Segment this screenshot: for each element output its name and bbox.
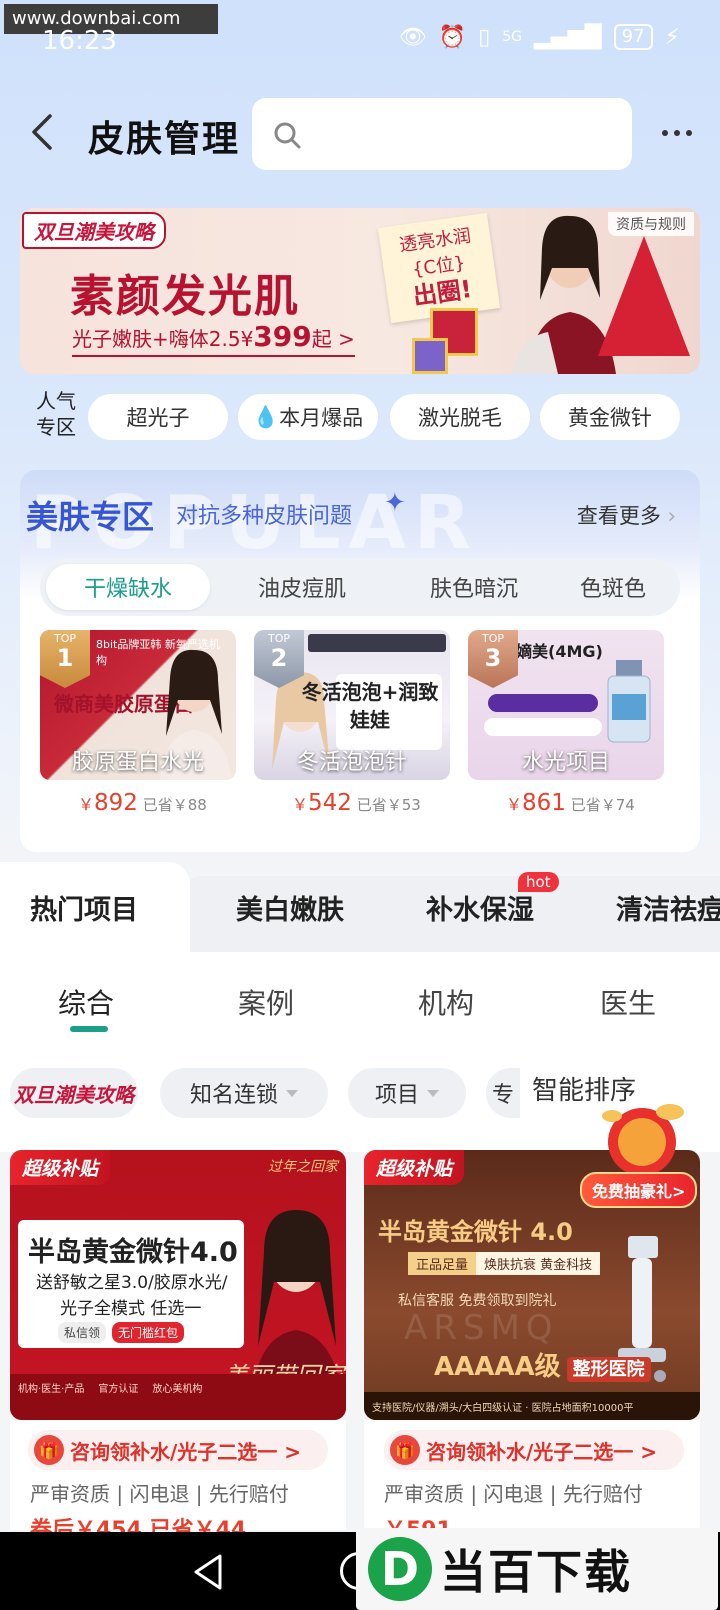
network-label: 5G [502, 29, 522, 45]
product-name: 胶原蛋白水光 [71, 750, 204, 775]
tab-oily[interactable]: 油皮痘肌 [232, 564, 372, 610]
product-card[interactable]: 嫡美(4MG) TOP 3 水光项目 [468, 630, 664, 780]
gift-box-image [412, 338, 448, 374]
battery-level: 97 [613, 24, 653, 50]
tab-hydration[interactable]: 补水保湿 [426, 888, 534, 927]
popular-chip[interactable]: 💧 本月爆品 [238, 394, 378, 440]
chevron-down-icon [286, 1089, 298, 1097]
product-price: ￥542 已省￥53 [292, 790, 421, 816]
rules-link[interactable]: 资质与规则 [608, 212, 694, 236]
eye-icon: 👁 [398, 24, 427, 50]
skin-zone-card: POPULAR 美肤专区 对抗多种皮肤问题 ✦ 查看更多 › 干燥缺水 油皮痘肌… [20, 470, 700, 852]
card-title: 半岛黄金微针 4.0 [378, 1218, 573, 1246]
chevron-down-icon [427, 1089, 439, 1097]
christmas-tree-image [598, 236, 690, 356]
consult-button[interactable]: 🎁 咨询领补水/光子二选一 > [28, 1430, 328, 1470]
popular-chip[interactable]: 超光子 [88, 394, 228, 440]
tab-whitening[interactable]: 美白嫩肤 [236, 888, 344, 927]
qualifications-text: 严审资质 | 闪电退 | 先行赔付 [30, 1482, 289, 1506]
gift-icon: 🎁 [34, 1435, 64, 1465]
product-card[interactable]: 8bit品牌亚韩 新氧严选机构 微商美胶原蛋白 TOP 1 胶原蛋白水光 [40, 630, 236, 780]
product-price: ￥861 已省￥74 [506, 790, 635, 816]
sparkle-icon: ✦ [384, 488, 406, 518]
feed-card[interactable]: 超级补贴 过年之回家 半岛黄金微针4.0 送舒敏之星3.0/胶原水光/ 光子全模… [10, 1150, 346, 1420]
status-icons: 👁 ⏰ ▯ 5G ▂▄▆█ 97 ⚡ [399, 24, 680, 50]
site-logo: D 当百下载 [356, 1528, 718, 1610]
back-arrow-icon[interactable] [28, 112, 58, 152]
tab-dull[interactable]: 肤色暗沉 [404, 564, 544, 610]
hot-badge: hot [518, 872, 559, 892]
rank-badge: TOP 3 [468, 630, 518, 688]
rank-badge: TOP 1 [40, 630, 90, 688]
subtab-clinics[interactable]: 机构 [418, 982, 474, 1022]
search-input[interactable] [252, 98, 632, 170]
qualifications-text: 严审资质 | 闪电退 | 先行赔付 [384, 1482, 643, 1506]
product-price: ￥892 已省￥88 [78, 790, 207, 816]
product-card[interactable]: 冬活泡泡+润致娃娃 TOP 2 冬活泡泡针 [254, 630, 450, 780]
zone-subtitle: 对抗多种皮肤问题 [176, 504, 353, 529]
subtab-cases[interactable]: 案例 [238, 982, 294, 1022]
more-menu-icon[interactable] [662, 130, 692, 136]
product-name: 水光项目 [521, 750, 610, 775]
search-icon [274, 122, 301, 149]
active-tab-indicator [70, 1026, 108, 1032]
subtab-overall[interactable]: 综合 [58, 982, 114, 1022]
lucky-draw-button[interactable]: 免费抽豪礼> [580, 1172, 698, 1208]
filter-project[interactable]: 项目 [348, 1068, 466, 1118]
card-footer: 机构·医生·产品 官方认证 放心美机构 [10, 1374, 346, 1420]
banner-tag: 双旦潮美攻略 [22, 212, 166, 249]
card-title: 半岛黄金微针4.0 [28, 1237, 238, 1268]
nav-back-icon[interactable] [190, 1552, 230, 1592]
popular-chip[interactable]: 激光脱毛 [390, 394, 530, 440]
filter-brand-campaign[interactable]: 双旦潮美攻略 [10, 1068, 138, 1118]
gift-icon: 🎁 [390, 1435, 420, 1465]
charging-icon: ⚡ [664, 24, 680, 50]
banner-note: 透亮水润 {C位} 出圈! [377, 212, 501, 324]
banner-title: 素颜发光肌 [70, 271, 300, 322]
promo-banner[interactable]: 双旦潮美攻略 素颜发光肌 光子嫩肤+嗨体2.5¥399起 > 透亮水润 {C位}… [20, 208, 700, 374]
alarm-icon: ⏰ [438, 24, 467, 50]
subtab-doctors[interactable]: 医生 [600, 982, 656, 1022]
consult-button[interactable]: 🎁 咨询领补水/光子二选一 > [384, 1430, 684, 1470]
card-corner-text: 过年之回家 [268, 1159, 338, 1175]
zone-title: 美肤专区 [26, 498, 155, 536]
card-footer: 支持医院/仪器/溯头/大白四级认证 · 医院占地面积10000平 [364, 1392, 700, 1420]
vial-image [607, 660, 651, 743]
skin-tabs: 干燥缺水 油皮痘肌 肤色暗沉 色斑色 [40, 558, 680, 616]
filter-chain[interactable]: 知名连锁 [160, 1068, 328, 1118]
popular-zone-label: 人气 专区 [36, 389, 76, 439]
tab-hot-projects[interactable]: 热门项目 [30, 888, 138, 927]
subsidy-badge: 超级补贴 [10, 1150, 111, 1185]
tab-cleansing[interactable]: 清洁祛痘 [616, 888, 720, 927]
tab-spots[interactable]: 色斑色 [580, 564, 680, 610]
page-title: 皮肤管理 [88, 119, 241, 160]
signal-icon: ▂▄▆█ [533, 24, 602, 50]
vibrate-icon: ▯ [478, 24, 491, 50]
fire-icon: 💧 [252, 404, 280, 429]
chevron-right-icon: › [667, 504, 676, 528]
tab-dry[interactable]: 干燥缺水 [46, 564, 210, 610]
product-name: 冬活泡泡针 [296, 750, 407, 775]
see-more-link[interactable]: 查看更多 › [577, 500, 676, 530]
banner-subtitle: 光子嫩肤+嗨体2.5¥399起 > [72, 320, 355, 357]
subsidy-badge: 超级补贴 [364, 1150, 465, 1185]
status-time: 16:23 [42, 26, 117, 56]
popular-chip[interactable]: 黄金微针 [540, 394, 680, 440]
